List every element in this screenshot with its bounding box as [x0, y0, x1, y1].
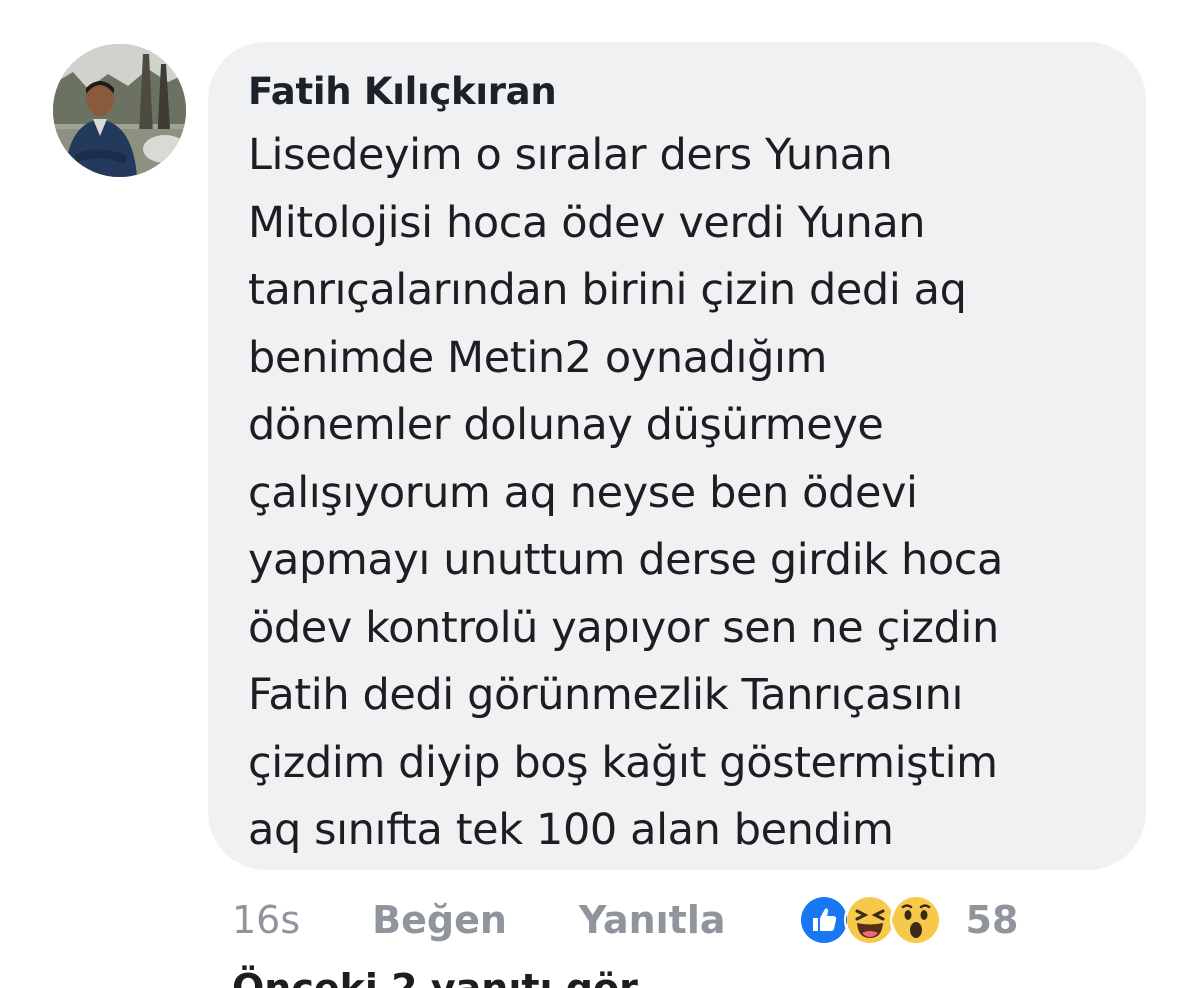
reply-button[interactable]: Yanıtla [579, 898, 726, 942]
comment-text-line: aq sınıfta tek 100 alan bendim [248, 805, 894, 855]
author-avatar[interactable] [53, 44, 186, 177]
wow-reaction-icon [889, 894, 942, 946]
comment-text-line: Lisedeyim o sıralar ders Yunan [248, 130, 893, 180]
comment-text-line: Fatih dedi görünmezlik Tanrıçasını [248, 670, 964, 720]
avatar-photo [53, 44, 186, 177]
like-reaction-icon [797, 894, 850, 946]
comment-text-line: çalışıyorum aq neyse ben ödevi [248, 467, 918, 518]
comment-text-line: Mitolojisi hoca ödev verdi Yunan [248, 197, 926, 248]
comment-timestamp[interactable]: 16s [232, 898, 300, 942]
reaction-count: 58 [965, 898, 1019, 942]
comment-text-line: yapmayı unuttum derse girdik hoca [248, 535, 1003, 585]
comment-text-line: benimde Metin2 oynadığım [248, 332, 828, 383]
comment-actions: 16s Beğen Yanıtla 58 [232, 890, 1018, 950]
comment-text-line: dönemler dolunay düşürmeye [248, 400, 884, 450]
comment-text-line: ödev kontrolü yapıyor sen ne çizdin [248, 602, 999, 653]
view-previous-replies-link[interactable]: Önceki 2 yanıtı gör [232, 964, 638, 988]
comment-author-name[interactable]: Fatih Kılıçkıran [248, 68, 1116, 116]
reactions-summary[interactable]: 58 [797, 894, 1019, 946]
comment-text: Lisedeyim o sıralar ders Yunan Mitolojis… [248, 122, 1116, 865]
like-button[interactable]: Beğen [372, 898, 507, 942]
comment-text-line: çizdim diyip boş kağıt göstermiştim [248, 737, 998, 788]
comment-bubble: Fatih Kılıçkıran Lisedeyim o sıralar der… [208, 42, 1146, 870]
haha-reaction-icon [843, 894, 896, 946]
comment-text-line: tanrıçalarından birini çizin dedi aq [248, 265, 967, 315]
